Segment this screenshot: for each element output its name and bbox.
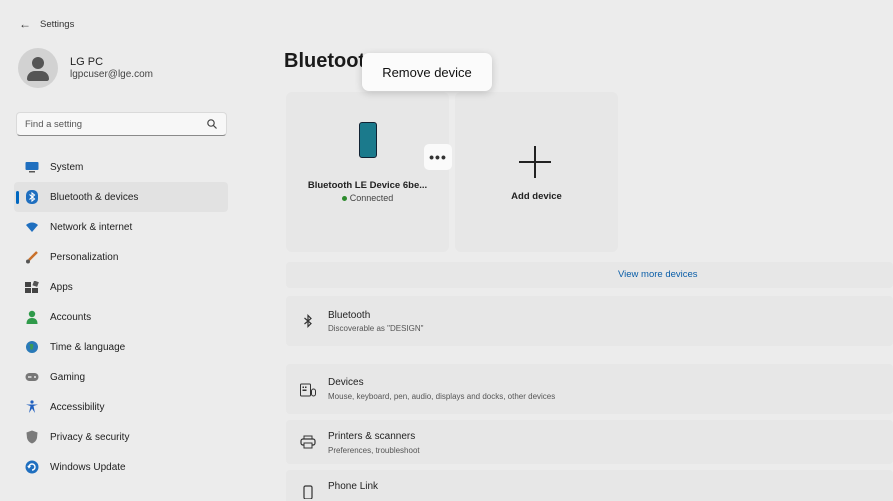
device-card[interactable]: ••• Bluetooth LE Device 6be... Connected [286,92,452,252]
window-title: Settings [40,18,75,30]
sidebar-item-label: System [50,161,84,173]
sidebar-item-label: Bluetooth & devices [50,191,139,203]
wifi-icon [24,219,40,235]
phone-link-icon [300,484,316,500]
active-indicator [16,191,19,204]
sidebar-item-label: Windows Update [50,461,126,473]
sidebar-item-label: Time & language [50,341,126,353]
device-status-text: Connected [349,193,394,203]
view-more-label: View more devices [618,269,698,280]
row-subtitle: Mouse, keyboard, pen, audio, displays an… [328,392,556,401]
sidebar-item-privacy-security[interactable]: Privacy & security [14,422,228,452]
sidebar-item-time-language[interactable]: Time & language [14,332,228,362]
nav-list: System Bluetooth & devices Network & int… [14,152,228,482]
sidebar-item-accessibility[interactable]: Accessibility [14,392,228,422]
row-title: Printers & scanners [328,431,416,442]
sidebar: LG PC lgpcuser@lge.com Find a setting Sy… [0,38,240,501]
update-icon [24,459,40,475]
sidebar-item-label: Gaming [50,371,86,383]
row-title: Bluetooth [328,310,371,321]
accessibility-icon [24,399,40,415]
remove-device-tooltip[interactable]: Remove device [362,53,492,91]
sidebar-item-personalization[interactable]: Personalization [14,242,228,272]
add-device-label: Add device [511,191,562,202]
more-options-button[interactable]: ••• [424,144,452,170]
row-title: Phone Link [328,481,379,492]
shield-icon [24,429,40,445]
bluetooth-symbol-icon [300,313,316,329]
printers-scanners-row[interactable]: Printers & scanners Preferences, trouble… [286,420,893,464]
connected-dot-icon [341,196,347,202]
view-more-devices-link[interactable]: View more devices [286,262,893,288]
brush-icon [24,249,40,265]
main-content: Bluetoot ••• Bluetooth LE Device 6be... … [284,38,893,501]
settings-window: ← Settings LG PC lgpcuser@lge.com Find a… [0,0,893,501]
sidebar-item-bluetooth-devices[interactable]: Bluetooth & devices [14,182,228,212]
search-input[interactable]: Find a setting [16,112,227,136]
add-device-card[interactable]: Add device [455,92,618,252]
search-icon [207,119,217,129]
device-status: Connected [286,193,449,203]
sidebar-item-label: Accounts [50,311,92,323]
phone-link-row[interactable]: Phone Link [286,470,893,501]
back-arrow-icon[interactable]: ← [18,17,32,31]
printer-icon [300,434,316,450]
system-icon [24,159,40,175]
sidebar-item-network[interactable]: Network & internet [14,212,228,242]
globe-icon [24,339,40,355]
plus-icon [519,146,551,178]
person-icon [24,309,40,325]
gamepad-icon [24,369,40,385]
sidebar-item-system[interactable]: System [14,152,228,182]
row-title: Devices [328,377,364,388]
title-bar: ← Settings [0,10,893,38]
phone-icon [359,122,377,158]
bluetooth-icon [24,189,40,205]
row-subtitle: Discoverable as "DESIGN" [328,324,424,333]
sidebar-item-accounts[interactable]: Accounts [14,302,228,332]
sidebar-item-apps[interactable]: Apps [14,272,228,302]
sidebar-item-gaming[interactable]: Gaming [14,362,228,392]
avatar [18,48,58,88]
sidebar-item-label: Apps [50,281,73,293]
sidebar-item-label: Privacy & security [50,431,130,443]
apps-icon [24,279,40,295]
sidebar-item-windows-update[interactable]: Windows Update [14,452,228,482]
sidebar-item-label: Personalization [50,251,119,263]
bluetooth-row[interactable]: Bluetooth Discoverable as "DESIGN" [286,296,893,346]
row-subtitle: Preferences, troubleshoot [328,446,420,455]
user-profile[interactable]: LG PC lgpcuser@lge.com [18,48,153,88]
keyboard-mouse-icon [300,382,316,398]
devices-row[interactable]: Devices Mouse, keyboard, pen, audio, dis… [286,364,893,414]
device-name: Bluetooth LE Device 6be... [307,180,428,191]
search-placeholder: Find a setting [25,118,83,130]
profile-name: LG PC [70,56,104,68]
sidebar-item-label: Network & internet [50,221,133,233]
sidebar-item-label: Accessibility [50,401,105,413]
profile-email: lgpcuser@lge.com [70,69,153,80]
page-title: Bluetoot [284,50,366,72]
